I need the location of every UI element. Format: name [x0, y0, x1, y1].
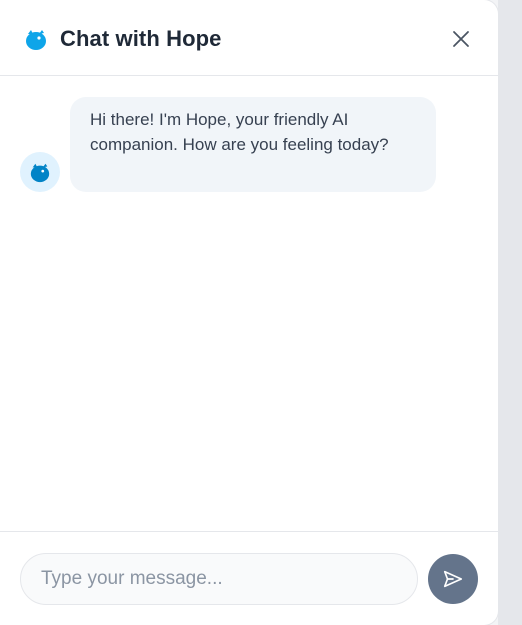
message-list: Hi there! I'm Hope, your friendly AI com…: [0, 77, 498, 531]
chat-header: Chat with Hope: [0, 0, 498, 76]
send-button[interactable]: [428, 554, 478, 604]
page-scrollbar[interactable]: [498, 0, 522, 625]
bot-avatar: [20, 152, 60, 192]
send-icon: [443, 570, 463, 588]
close-icon: [453, 31, 469, 47]
bot-message-bubble: Hi there! I'm Hope, your friendly AI com…: [70, 97, 436, 192]
bird-avatar-icon: [30, 163, 50, 183]
chat-title: Chat with Hope: [60, 26, 222, 51]
message-input[interactable]: [20, 553, 418, 605]
chat-panel: Chat with Hope Hi there! I'm Hope, your …: [0, 0, 498, 625]
bird-logo-icon: [24, 27, 48, 51]
composer: [0, 531, 498, 625]
close-button[interactable]: [446, 24, 476, 54]
